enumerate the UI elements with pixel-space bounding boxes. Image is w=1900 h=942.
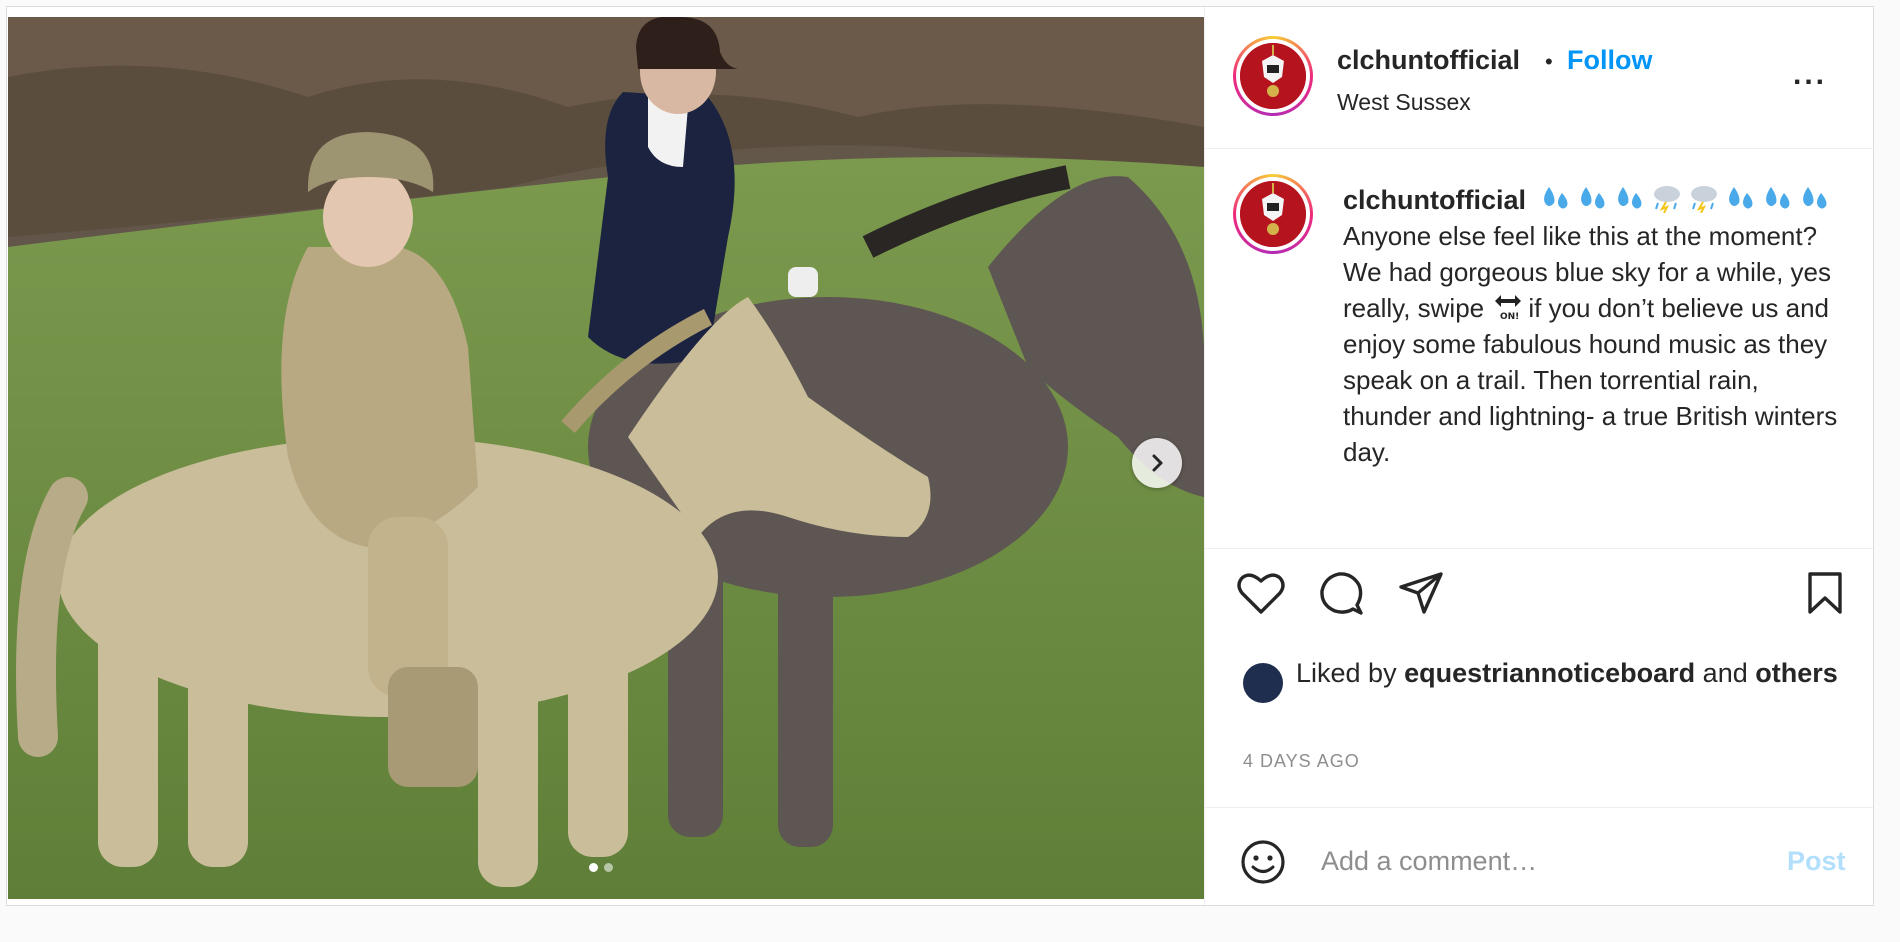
on-arrow-icon: ON! [1495,295,1522,321]
post-header: clchuntofficial • Follow West Sussex ... [1205,7,1874,149]
follow-button[interactable]: Follow [1567,45,1652,76]
author-avatar[interactable] [1233,36,1313,116]
smiley-icon[interactable] [1239,838,1287,886]
comment-bar: Post [1205,807,1873,905]
divider [1205,548,1873,549]
svg-text:ON!: ON! [1500,312,1519,321]
likes-others-link[interactable]: others [1755,658,1838,688]
photo-muddy-ponies [8,17,1204,899]
caption-avatar[interactable] [1233,174,1313,254]
more-options-icon[interactable]: ... [1793,60,1827,90]
post-image[interactable] [8,17,1204,899]
chevron-right-icon [1152,454,1163,472]
next-slide-button[interactable] [1132,438,1182,488]
post-timestamp[interactable]: 4 DAYS AGO [1243,751,1360,772]
thunder-cloud-rain-icon [1654,186,1681,213]
like-button[interactable] [1235,567,1287,619]
sweat-droplets-icon [1729,187,1753,209]
author-username[interactable]: clchuntofficial [1337,45,1520,76]
paper-plane-icon [1399,572,1443,614]
liker-username[interactable]: equestriannoticeboard [1404,658,1695,688]
comment-input[interactable] [1321,836,1761,886]
comment-button[interactable] [1315,567,1367,619]
caption-text: clchuntofficial Anyone else feel like th… [1343,182,1843,470]
hunt-crest-avatar-icon [1240,181,1306,247]
carousel-dots [589,863,613,872]
action-bar [1205,567,1873,627]
thunder-cloud-rain-icon [1691,186,1718,213]
post-caption: clchuntofficial Anyone else feel like th… [1205,150,1873,548]
carousel-dot [589,863,598,872]
post-sidebar: clchuntofficial • Follow West Sussex ... [1204,7,1874,905]
post-card: clchuntofficial • Follow West Sussex ... [6,6,1874,906]
liker-avatar[interactable] [1243,663,1283,703]
separator-dot: • [1545,49,1553,74]
sweat-droplets-icon [1618,187,1642,209]
sweat-droplets-icon [1544,187,1568,209]
carousel-dot [604,863,613,872]
heart-icon [1237,573,1285,614]
speech-bubble-icon [1320,572,1363,615]
sweat-droplets-icon [1581,187,1605,209]
save-button[interactable] [1799,567,1851,619]
sweat-droplets-icon [1766,187,1790,209]
sweat-droplets-icon [1803,187,1827,209]
hunt-crest-avatar-icon [1240,43,1306,109]
likes-prefix: Liked by [1296,658,1397,688]
caption-line: Anyone else feel like this at the moment… [1343,221,1818,251]
likes-joiner: and [1702,658,1748,688]
post-comment-button[interactable]: Post [1787,846,1846,877]
caption-username[interactable]: clchuntofficial [1343,185,1526,215]
post-location[interactable]: West Sussex [1337,89,1471,116]
share-button[interactable] [1395,567,1447,619]
bookmark-icon [1808,572,1842,614]
